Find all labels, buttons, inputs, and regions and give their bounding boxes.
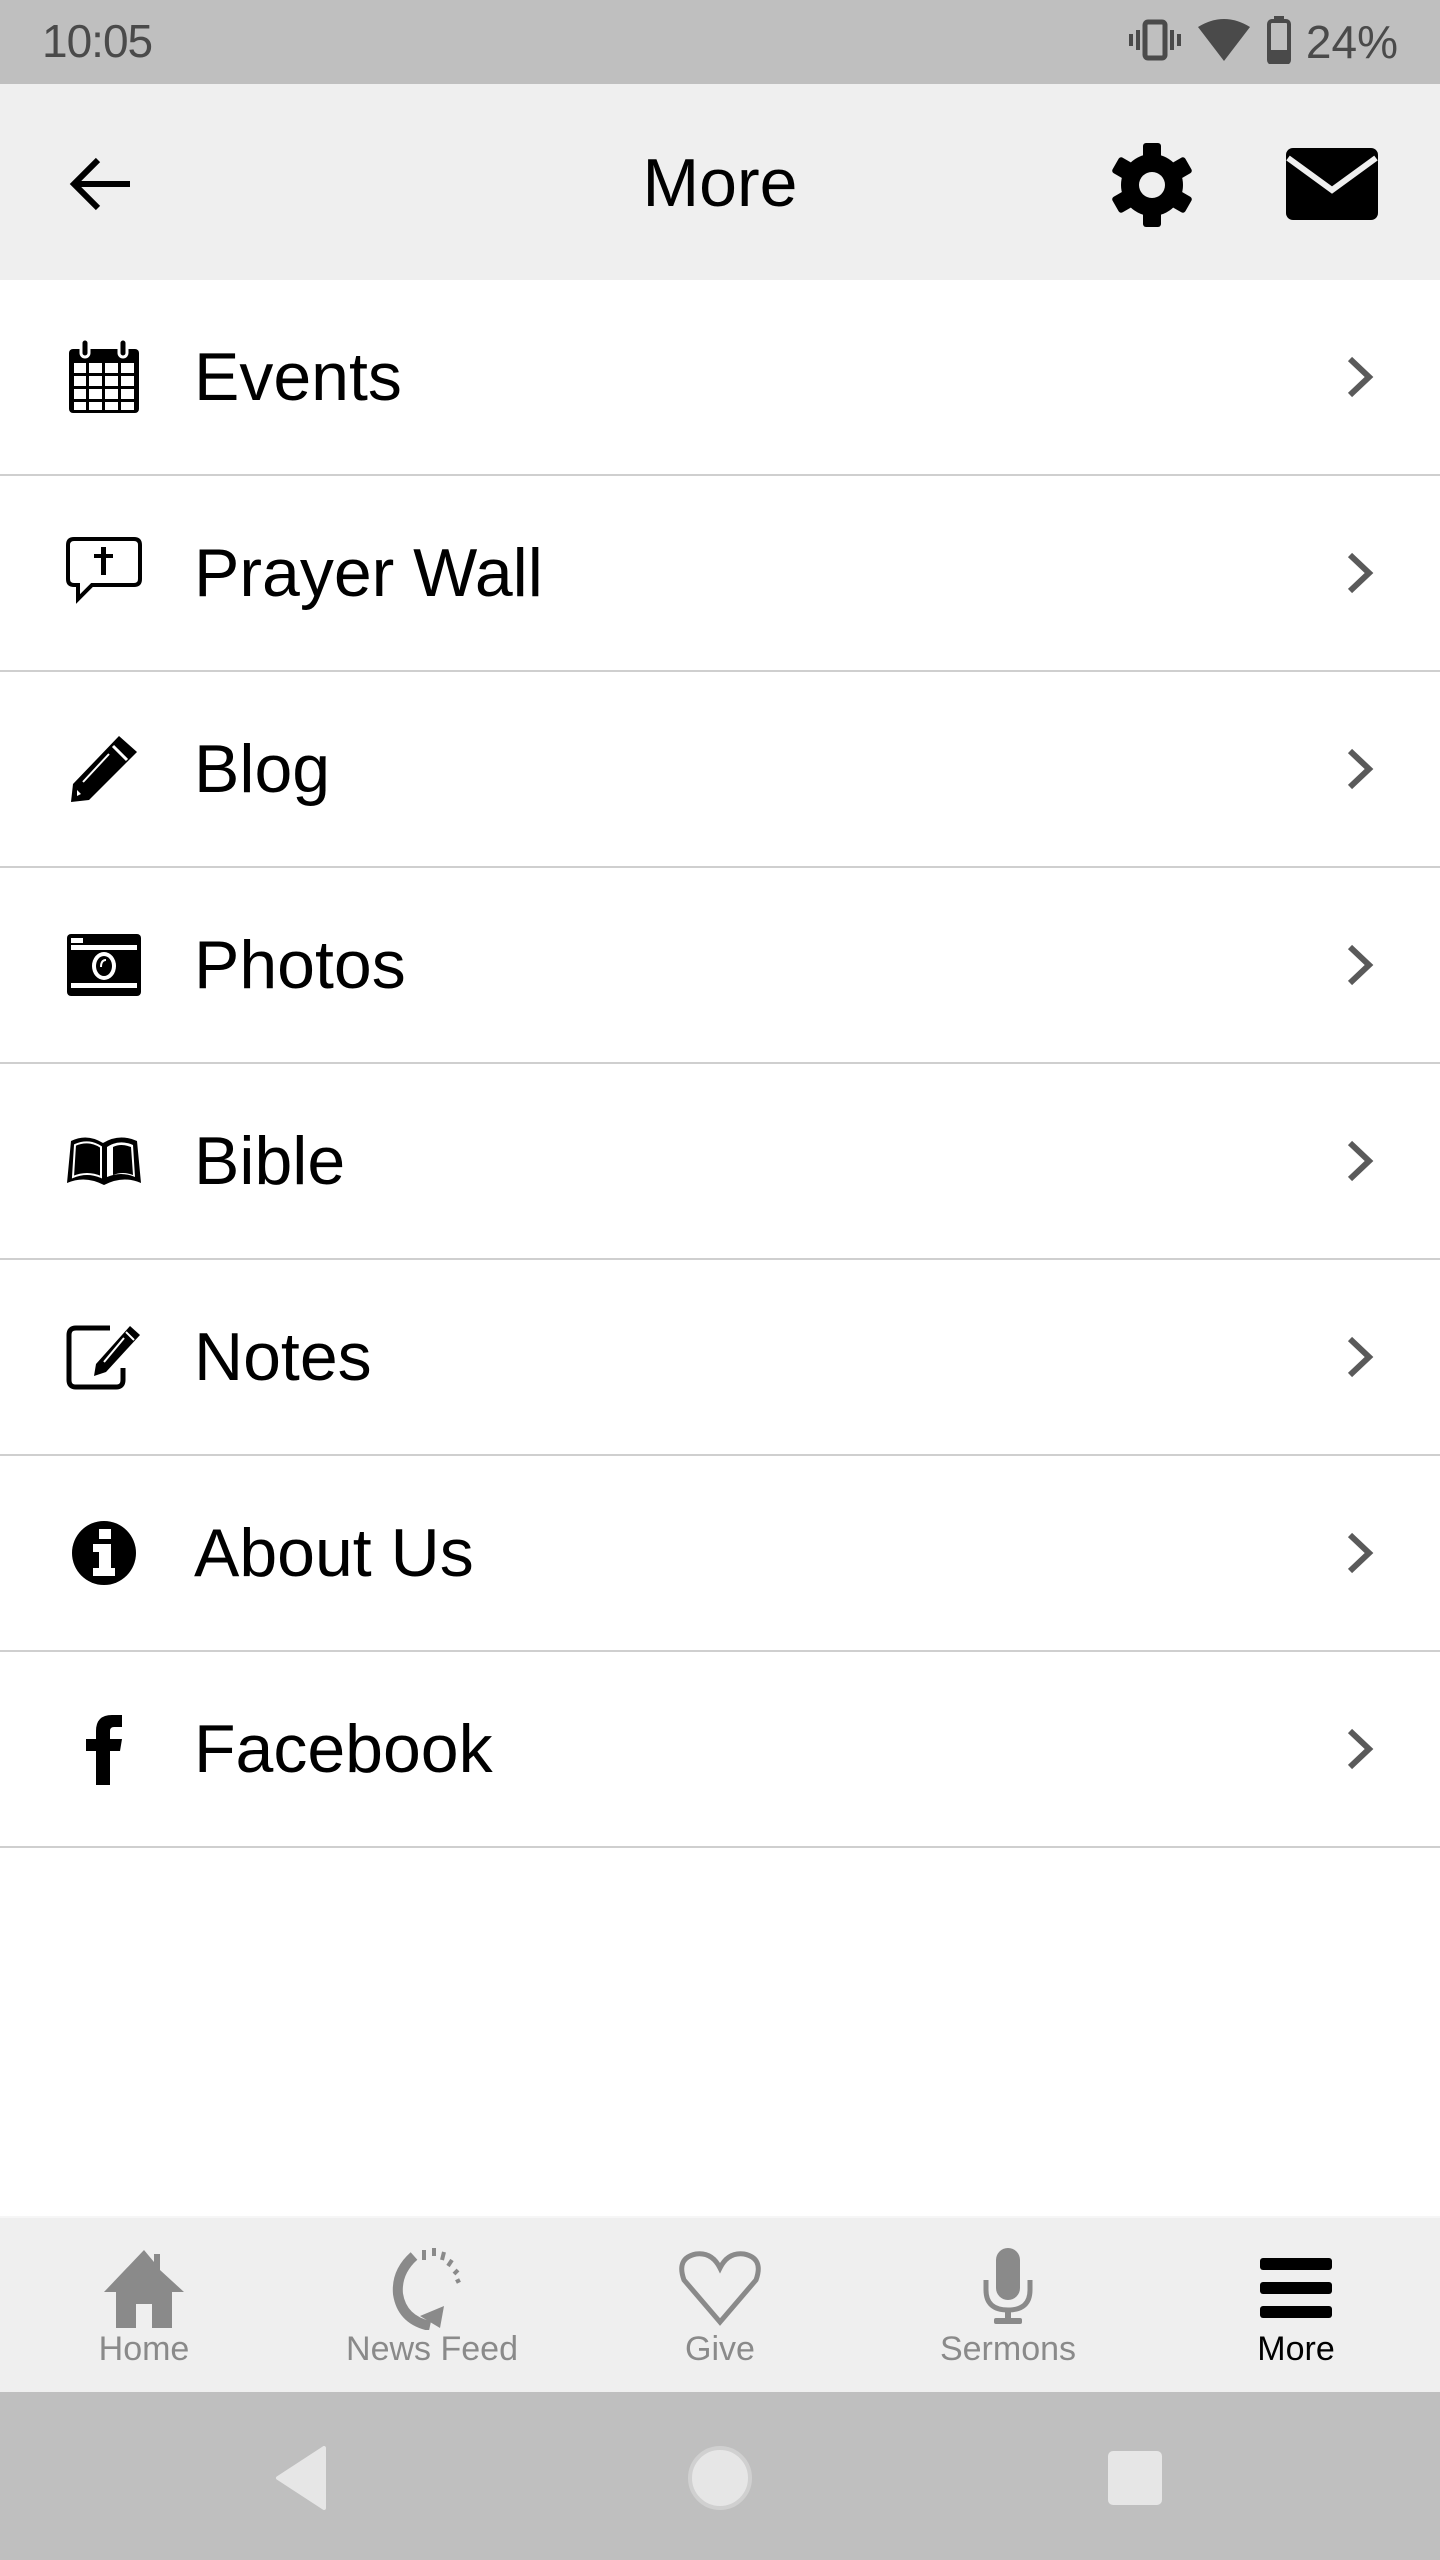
edit-note-icon xyxy=(62,1315,146,1399)
tab-label: News Feed xyxy=(346,2330,518,2368)
chevron-right-icon xyxy=(1340,739,1380,799)
pencil-icon xyxy=(62,727,146,811)
gear-icon xyxy=(1105,143,1199,236)
settings-button[interactable] xyxy=(1105,138,1199,232)
info-icon xyxy=(62,1511,146,1595)
triangle-back-icon xyxy=(272,2445,332,2515)
menu-item-label: Bible xyxy=(194,1123,346,1199)
menu-item-events[interactable]: Events xyxy=(0,280,1440,476)
facebook-icon xyxy=(62,1707,146,1791)
tab-home[interactable]: Home xyxy=(0,2218,288,2394)
camera-icon xyxy=(62,923,146,1007)
tab-news-feed[interactable]: News Feed xyxy=(288,2218,576,2394)
menu-item-prayer-wall[interactable]: Prayer Wall xyxy=(0,476,1440,672)
menu-item-bible[interactable]: Bible xyxy=(0,1064,1440,1260)
status-time: 10:05 xyxy=(42,15,153,67)
chevron-right-icon xyxy=(1340,1327,1380,1387)
menu-item-about-us[interactable]: About Us xyxy=(0,1456,1440,1652)
square-recents-icon xyxy=(1105,2448,1165,2513)
vibrate-icon xyxy=(1128,18,1182,67)
menu-item-facebook[interactable]: Facebook xyxy=(0,1652,1440,1848)
system-back-button[interactable] xyxy=(252,2432,352,2528)
heart-icon xyxy=(670,2238,770,2338)
tab-more[interactable]: More xyxy=(1152,2218,1440,2394)
tab-sermons[interactable]: Sermons xyxy=(864,2218,1152,2394)
tab-label: More xyxy=(1257,2330,1335,2368)
menu-item-label: Facebook xyxy=(194,1711,493,1787)
more-menu-list: Events Prayer Wall Blog Photos Bible Not… xyxy=(0,280,1440,1848)
system-recents-button[interactable] xyxy=(1085,2432,1185,2528)
prayer-bubble-icon xyxy=(62,531,146,615)
menu-item-label: Photos xyxy=(194,927,406,1003)
battery-percent: 24% xyxy=(1305,16,1398,68)
status-bar: 10:05 24% xyxy=(0,0,1440,84)
bottom-nav: Home News Feed Give Sermons More xyxy=(0,2216,1440,2394)
menu-item-label: Notes xyxy=(194,1319,372,1395)
menu-item-label: Prayer Wall xyxy=(194,535,543,611)
menu-item-notes[interactable]: Notes xyxy=(0,1260,1440,1456)
envelope-icon xyxy=(1282,148,1382,228)
microphone-icon xyxy=(958,2238,1058,2338)
app-bar: More xyxy=(0,84,1440,280)
system-home-button[interactable] xyxy=(670,2432,770,2528)
chevron-right-icon xyxy=(1340,347,1380,407)
wifi-icon xyxy=(1196,17,1252,68)
refresh-icon xyxy=(382,2238,482,2338)
tab-label: Sermons xyxy=(939,2330,1077,2368)
calendar-icon xyxy=(62,335,146,419)
home-icon xyxy=(94,2238,194,2338)
tab-give[interactable]: Give xyxy=(576,2218,864,2394)
page-title: More xyxy=(642,145,798,221)
menu-item-blog[interactable]: Blog xyxy=(0,672,1440,868)
menu-item-photos[interactable]: Photos xyxy=(0,868,1440,1064)
menu-item-label: Events xyxy=(194,339,402,415)
menu-item-label: Blog xyxy=(194,731,331,807)
chevron-right-icon xyxy=(1340,1523,1380,1583)
tab-label: Give xyxy=(685,2330,755,2368)
tab-label: Home xyxy=(98,2330,190,2368)
messages-button[interactable] xyxy=(1282,144,1382,224)
battery-icon xyxy=(1266,15,1292,69)
chevron-right-icon xyxy=(1340,1719,1380,1779)
circle-home-icon xyxy=(686,2444,754,2517)
menu-item-label: About Us xyxy=(194,1515,474,1591)
system-nav-bar xyxy=(0,2392,1440,2560)
hamburger-menu-icon xyxy=(1246,2238,1346,2338)
status-icons: 24% xyxy=(1128,14,1398,70)
chevron-right-icon xyxy=(1340,1131,1380,1191)
open-book-icon xyxy=(62,1119,146,1203)
chevron-right-icon xyxy=(1340,543,1380,603)
chevron-right-icon xyxy=(1340,935,1380,995)
